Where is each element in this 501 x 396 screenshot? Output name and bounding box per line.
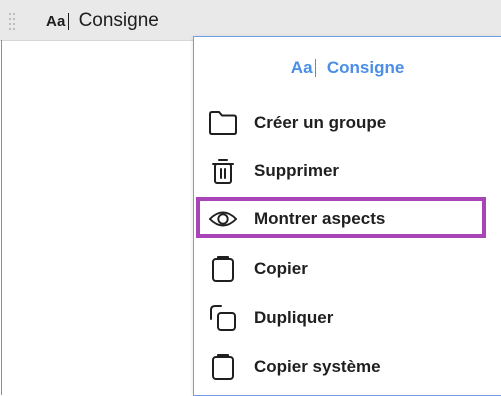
text-cursor-icon — [67, 12, 71, 30]
text-type-icon: Aa — [290, 58, 313, 77]
text-type-icon: Aa — [46, 12, 66, 30]
top-bar: Aa Consigne — [0, 0, 501, 41]
menu-title: Consigne — [326, 58, 405, 77]
menu-item-create-group[interactable]: Créer un groupe — [208, 103, 480, 143]
menu-item-label: Supprimer — [254, 161, 340, 180]
menu-item-delete[interactable]: Supprimer — [208, 151, 480, 191]
menu-header: Aa Consigne — [194, 55, 501, 81]
menu-item-copy[interactable]: Copier — [208, 249, 480, 289]
menu-item-label: Dupliquer — [254, 308, 334, 327]
left-divider — [1, 40, 2, 395]
highlight-box — [196, 197, 486, 238]
duplicate-icon — [208, 303, 238, 333]
drag-handle-icon[interactable] — [8, 11, 16, 31]
folder-icon — [208, 108, 238, 138]
trash-icon — [208, 156, 238, 186]
element-name: Consigne — [78, 10, 159, 31]
menu-item-label: Copier — [254, 259, 308, 278]
menu-item-duplicate[interactable]: Dupliquer — [208, 298, 480, 338]
clipboard-icon — [208, 352, 238, 382]
clipboard-icon — [208, 254, 238, 284]
menu-item-copy-system[interactable]: Copier système — [208, 347, 480, 387]
menu-item-label: Créer un groupe — [254, 113, 387, 132]
menu-item-label: Copier système — [254, 357, 381, 376]
header-title[interactable]: Aa Consigne — [46, 8, 159, 34]
text-cursor-icon — [314, 59, 318, 77]
